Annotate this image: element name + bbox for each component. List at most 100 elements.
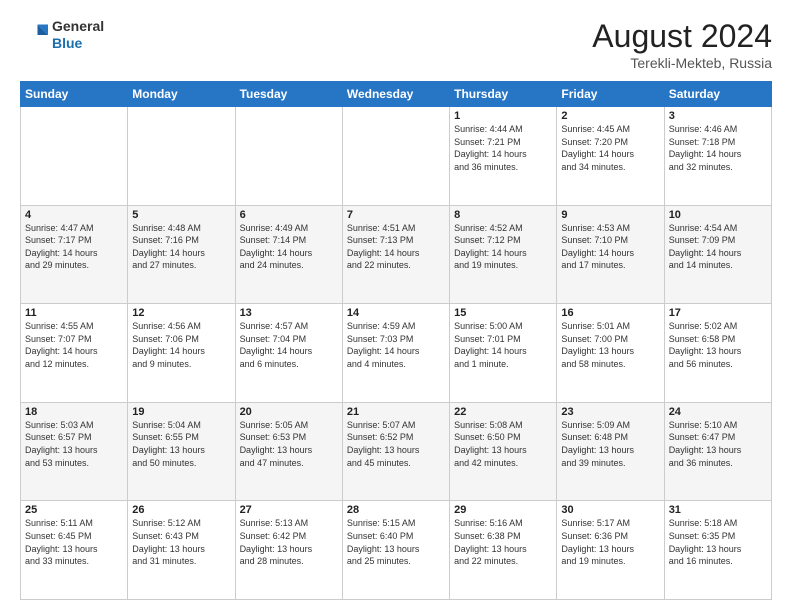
day-cell: 23Sunrise: 5:09 AMSunset: 6:48 PMDayligh…: [557, 402, 664, 501]
day-info: Sunrise: 5:05 AMSunset: 6:53 PMDaylight:…: [240, 419, 338, 469]
day-cell: 8Sunrise: 4:52 AMSunset: 7:12 PMDaylight…: [450, 205, 557, 304]
weekday-header-thursday: Thursday: [450, 82, 557, 107]
weekday-header-sunday: Sunday: [21, 82, 128, 107]
day-info: Sunrise: 5:12 AMSunset: 6:43 PMDaylight:…: [132, 517, 230, 567]
day-number: 9: [561, 209, 659, 221]
day-cell: 9Sunrise: 4:53 AMSunset: 7:10 PMDaylight…: [557, 205, 664, 304]
day-info: Sunrise: 4:47 AMSunset: 7:17 PMDaylight:…: [25, 222, 123, 272]
day-number: 18: [25, 406, 123, 418]
day-cell: 12Sunrise: 4:56 AMSunset: 7:06 PMDayligh…: [128, 304, 235, 403]
location: Terekli-Mekteb, Russia: [592, 55, 772, 71]
day-number: 28: [347, 504, 445, 516]
day-cell: 7Sunrise: 4:51 AMSunset: 7:13 PMDaylight…: [342, 205, 449, 304]
day-info: Sunrise: 5:07 AMSunset: 6:52 PMDaylight:…: [347, 419, 445, 469]
day-cell: 10Sunrise: 4:54 AMSunset: 7:09 PMDayligh…: [664, 205, 771, 304]
day-number: 15: [454, 307, 552, 319]
calendar: SundayMondayTuesdayWednesdayThursdayFrid…: [20, 81, 772, 600]
week-row-4: 18Sunrise: 5:03 AMSunset: 6:57 PMDayligh…: [21, 402, 772, 501]
day-cell: 6Sunrise: 4:49 AMSunset: 7:14 PMDaylight…: [235, 205, 342, 304]
day-number: 25: [25, 504, 123, 516]
day-number: 3: [669, 110, 767, 122]
day-number: 16: [561, 307, 659, 319]
day-cell: 26Sunrise: 5:12 AMSunset: 6:43 PMDayligh…: [128, 501, 235, 600]
day-info: Sunrise: 4:57 AMSunset: 7:04 PMDaylight:…: [240, 320, 338, 370]
day-cell: 27Sunrise: 5:13 AMSunset: 6:42 PMDayligh…: [235, 501, 342, 600]
day-info: Sunrise: 4:52 AMSunset: 7:12 PMDaylight:…: [454, 222, 552, 272]
day-number: 19: [132, 406, 230, 418]
day-number: 8: [454, 209, 552, 221]
title-block: August 2024 Terekli-Mekteb, Russia: [592, 18, 772, 71]
day-cell: 20Sunrise: 5:05 AMSunset: 6:53 PMDayligh…: [235, 402, 342, 501]
day-cell: 15Sunrise: 5:00 AMSunset: 7:01 PMDayligh…: [450, 304, 557, 403]
day-info: Sunrise: 5:17 AMSunset: 6:36 PMDaylight:…: [561, 517, 659, 567]
day-number: 17: [669, 307, 767, 319]
day-cell: 24Sunrise: 5:10 AMSunset: 6:47 PMDayligh…: [664, 402, 771, 501]
month-title: August 2024: [592, 18, 772, 55]
day-number: 27: [240, 504, 338, 516]
week-row-1: 1Sunrise: 4:44 AMSunset: 7:21 PMDaylight…: [21, 107, 772, 206]
day-info: Sunrise: 5:01 AMSunset: 7:00 PMDaylight:…: [561, 320, 659, 370]
day-cell: 11Sunrise: 4:55 AMSunset: 7:07 PMDayligh…: [21, 304, 128, 403]
day-cell: 3Sunrise: 4:46 AMSunset: 7:18 PMDaylight…: [664, 107, 771, 206]
day-info: Sunrise: 5:13 AMSunset: 6:42 PMDaylight:…: [240, 517, 338, 567]
day-cell: 19Sunrise: 5:04 AMSunset: 6:55 PMDayligh…: [128, 402, 235, 501]
day-number: 4: [25, 209, 123, 221]
weekday-header-wednesday: Wednesday: [342, 82, 449, 107]
day-info: Sunrise: 5:16 AMSunset: 6:38 PMDaylight:…: [454, 517, 552, 567]
logo-icon: [20, 21, 48, 49]
day-cell: 31Sunrise: 5:18 AMSunset: 6:35 PMDayligh…: [664, 501, 771, 600]
page: General Blue August 2024 Terekli-Mekteb,…: [0, 0, 792, 612]
day-number: 7: [347, 209, 445, 221]
day-cell: 5Sunrise: 4:48 AMSunset: 7:16 PMDaylight…: [128, 205, 235, 304]
day-number: 2: [561, 110, 659, 122]
day-number: 5: [132, 209, 230, 221]
day-cell: 22Sunrise: 5:08 AMSunset: 6:50 PMDayligh…: [450, 402, 557, 501]
day-number: 14: [347, 307, 445, 319]
day-cell: 13Sunrise: 4:57 AMSunset: 7:04 PMDayligh…: [235, 304, 342, 403]
day-number: 13: [240, 307, 338, 319]
weekday-header-tuesday: Tuesday: [235, 82, 342, 107]
day-number: 6: [240, 209, 338, 221]
day-info: Sunrise: 4:55 AMSunset: 7:07 PMDaylight:…: [25, 320, 123, 370]
day-info: Sunrise: 4:49 AMSunset: 7:14 PMDaylight:…: [240, 222, 338, 272]
day-cell: 18Sunrise: 5:03 AMSunset: 6:57 PMDayligh…: [21, 402, 128, 501]
day-cell: 21Sunrise: 5:07 AMSunset: 6:52 PMDayligh…: [342, 402, 449, 501]
day-info: Sunrise: 5:02 AMSunset: 6:58 PMDaylight:…: [669, 320, 767, 370]
day-cell: 1Sunrise: 4:44 AMSunset: 7:21 PMDaylight…: [450, 107, 557, 206]
day-info: Sunrise: 5:00 AMSunset: 7:01 PMDaylight:…: [454, 320, 552, 370]
day-info: Sunrise: 4:56 AMSunset: 7:06 PMDaylight:…: [132, 320, 230, 370]
logo-general-text: General: [52, 18, 104, 34]
day-cell: 17Sunrise: 5:02 AMSunset: 6:58 PMDayligh…: [664, 304, 771, 403]
day-info: Sunrise: 5:09 AMSunset: 6:48 PMDaylight:…: [561, 419, 659, 469]
day-info: Sunrise: 4:48 AMSunset: 7:16 PMDaylight:…: [132, 222, 230, 272]
week-row-2: 4Sunrise: 4:47 AMSunset: 7:17 PMDaylight…: [21, 205, 772, 304]
weekday-header-saturday: Saturday: [664, 82, 771, 107]
day-number: 22: [454, 406, 552, 418]
header: General Blue August 2024 Terekli-Mekteb,…: [20, 18, 772, 71]
day-info: Sunrise: 5:18 AMSunset: 6:35 PMDaylight:…: [669, 517, 767, 567]
weekday-header-friday: Friday: [557, 82, 664, 107]
logo: General Blue: [20, 18, 104, 52]
day-info: Sunrise: 5:03 AMSunset: 6:57 PMDaylight:…: [25, 419, 123, 469]
day-number: 23: [561, 406, 659, 418]
day-number: 26: [132, 504, 230, 516]
day-info: Sunrise: 4:54 AMSunset: 7:09 PMDaylight:…: [669, 222, 767, 272]
day-info: Sunrise: 5:04 AMSunset: 6:55 PMDaylight:…: [132, 419, 230, 469]
day-cell: 2Sunrise: 4:45 AMSunset: 7:20 PMDaylight…: [557, 107, 664, 206]
day-number: 10: [669, 209, 767, 221]
weekday-header-monday: Monday: [128, 82, 235, 107]
day-cell: [128, 107, 235, 206]
day-number: 24: [669, 406, 767, 418]
day-cell: 28Sunrise: 5:15 AMSunset: 6:40 PMDayligh…: [342, 501, 449, 600]
day-info: Sunrise: 5:11 AMSunset: 6:45 PMDaylight:…: [25, 517, 123, 567]
day-cell: 14Sunrise: 4:59 AMSunset: 7:03 PMDayligh…: [342, 304, 449, 403]
day-cell: [342, 107, 449, 206]
day-cell: [235, 107, 342, 206]
day-number: 29: [454, 504, 552, 516]
logo-text: General Blue: [52, 18, 104, 52]
day-number: 21: [347, 406, 445, 418]
day-info: Sunrise: 4:46 AMSunset: 7:18 PMDaylight:…: [669, 123, 767, 173]
day-number: 12: [132, 307, 230, 319]
day-cell: 30Sunrise: 5:17 AMSunset: 6:36 PMDayligh…: [557, 501, 664, 600]
day-info: Sunrise: 4:51 AMSunset: 7:13 PMDaylight:…: [347, 222, 445, 272]
